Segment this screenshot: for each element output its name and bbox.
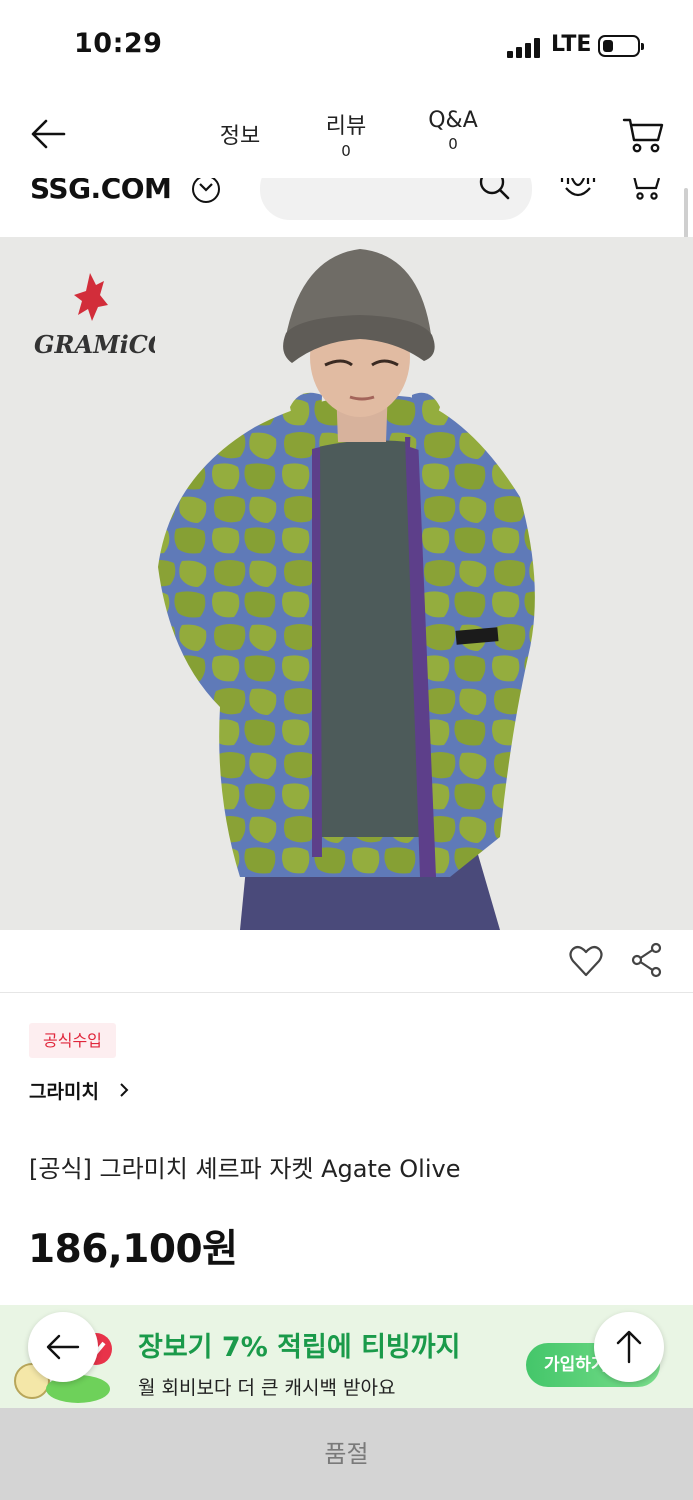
tab-review-label: 리뷰 (325, 114, 367, 139)
svg-text:GRAMiCCi: GRAMiCCi (34, 330, 155, 359)
tab-info[interactable]: 정보 (214, 118, 266, 150)
tab-review-count: 0 (341, 142, 351, 160)
tab-qna-count: 0 (448, 135, 458, 153)
scroll-top-button[interactable] (594, 1312, 664, 1382)
brand-link[interactable]: 그라미치 (29, 1077, 99, 1104)
back-button[interactable] (28, 112, 72, 156)
tab-qna-label: Q&A (428, 108, 478, 133)
official-import-badge: 공식수입 (29, 1023, 116, 1058)
voice-icon[interactable] (558, 178, 598, 204)
tab-review[interactable]: 리뷰 0 (318, 108, 374, 160)
heart-icon (569, 945, 603, 977)
promo-subtitle: 월 회비보다 더 큰 캐시백 받아요 (138, 1377, 396, 1399)
sold-out-button[interactable]: 품절 (0, 1408, 693, 1500)
status-bar: 10:29 LTE (0, 0, 693, 90)
cart-button[interactable] (620, 112, 666, 158)
signal-icon (507, 36, 543, 58)
chevron-down-icon[interactable] (192, 178, 220, 203)
floating-back-button[interactable] (28, 1312, 98, 1382)
product-price: 186,100원 (28, 1227, 238, 1272)
tab-qna[interactable]: Q&A 0 (420, 108, 486, 153)
arrow-up-icon (616, 1330, 642, 1364)
product-image[interactable]: GRAMiCCi (0, 237, 693, 930)
header-cart-icon[interactable] (628, 178, 662, 204)
brand-logo: GRAMiCCi (34, 273, 155, 359)
back-arrow-icon (31, 119, 66, 149)
status-time: 10:29 (74, 28, 163, 59)
product-action-row (0, 930, 693, 993)
battery-icon (598, 35, 644, 57)
share-button[interactable] (630, 942, 664, 978)
like-button[interactable] (568, 944, 604, 978)
promo-title: 장보기 7% 적립에 티빙까지 (138, 1332, 461, 1363)
membership-promo-banner[interactable]: 장보기 7% 적립에 티빙까지 월 회비보다 더 큰 캐시백 받아요 가입하기 … (0, 1305, 693, 1408)
cart-icon (622, 118, 664, 153)
share-icon (631, 942, 662, 978)
ssg-logo[interactable]: SSG.COM (30, 178, 172, 205)
product-title: [공식] 그라미치 셰르파 자켓 Agate Olive (29, 1155, 461, 1183)
search-icon[interactable] (477, 178, 513, 208)
ssg-header: SSG.COM (0, 178, 693, 236)
product-top-nav: 정보 리뷰 0 Q&A 0 (0, 90, 693, 178)
back-arrow-icon (46, 1334, 80, 1360)
chevron-right-icon[interactable] (117, 1081, 131, 1099)
tab-info-label: 정보 (219, 124, 261, 149)
network-type: LTE (551, 32, 592, 57)
